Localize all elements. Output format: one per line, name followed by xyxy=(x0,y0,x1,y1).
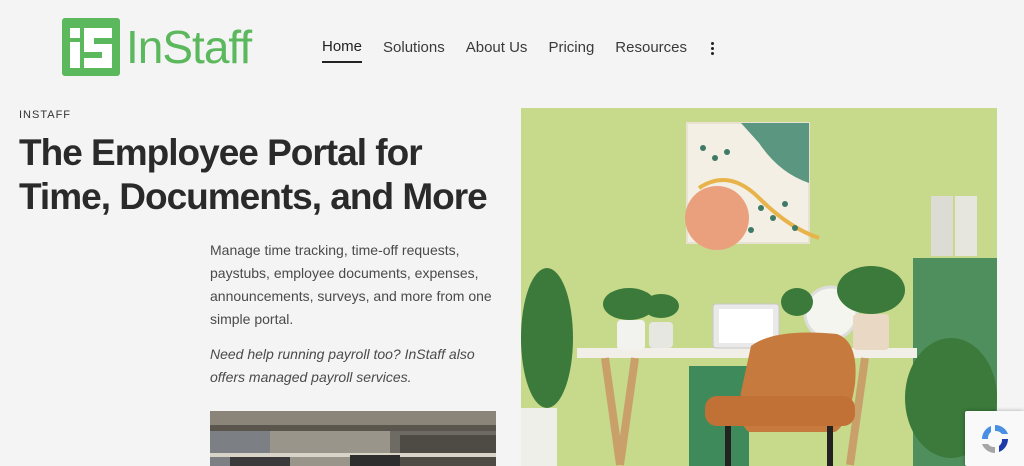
hero-eyebrow: INSTAFF xyxy=(19,109,72,121)
main-nav: Home Solutions About Us Pricing Resource… xyxy=(322,38,716,63)
recaptcha-badge[interactable] xyxy=(965,411,1024,466)
vertical-ellipsis-icon[interactable] xyxy=(710,41,716,56)
brand-logo[interactable]: InStaff xyxy=(62,18,252,76)
recaptcha-icon xyxy=(981,424,1008,453)
page-title: The Employee Portal for Time, Documents,… xyxy=(19,131,519,219)
title-line-2: Time, Documents, and More xyxy=(19,176,488,217)
title-line-1: The Employee Portal for xyxy=(19,132,423,173)
brand-name: InStaff xyxy=(126,21,252,73)
nav-home[interactable]: Home xyxy=(322,38,363,63)
logo-mark-icon xyxy=(62,18,120,76)
nav-solutions[interactable]: Solutions xyxy=(383,39,445,62)
hero-payroll-note: Need help running payroll too? InStaff a… xyxy=(210,346,475,385)
nav-about-us[interactable]: About Us xyxy=(466,39,528,62)
hero-description: Manage time tracking, time-off requests,… xyxy=(210,242,492,327)
nav-pricing[interactable]: Pricing xyxy=(548,39,594,62)
secondary-photo xyxy=(210,411,496,466)
nav-resources[interactable]: Resources xyxy=(615,39,687,62)
hero-office-image xyxy=(521,108,997,466)
